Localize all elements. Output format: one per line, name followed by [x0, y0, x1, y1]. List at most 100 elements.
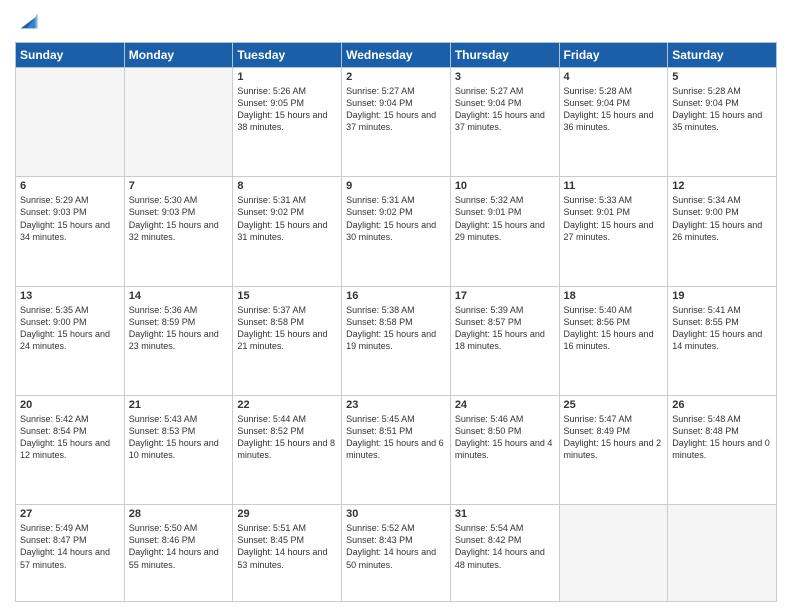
calendar-cell: 13 Sunrise: 5:35 AMSunset: 9:00 PMDayligh… [16, 286, 125, 395]
day-info: Sunrise: 5:47 AMSunset: 8:49 PMDaylight:… [564, 413, 664, 462]
week-row-4: 20 Sunrise: 5:42 AMSunset: 8:54 PMDayligh… [16, 395, 777, 504]
calendar-cell: 14 Sunrise: 5:36 AMSunset: 8:59 PMDayligh… [124, 286, 233, 395]
day-info: Sunrise: 5:43 AMSunset: 8:53 PMDaylight:… [129, 413, 229, 462]
calendar-cell: 25 Sunrise: 5:47 AMSunset: 8:49 PMDayligh… [559, 395, 668, 504]
calendar-cell: 22 Sunrise: 5:44 AMSunset: 8:52 PMDayligh… [233, 395, 342, 504]
logo-icon [17, 10, 39, 32]
calendar: SundayMondayTuesdayWednesdayThursdayFrid… [15, 42, 777, 602]
day-info: Sunrise: 5:54 AMSunset: 8:42 PMDaylight:… [455, 522, 555, 571]
day-info: Sunrise: 5:51 AMSunset: 8:45 PMDaylight:… [237, 522, 337, 571]
day-number: 26 [672, 399, 772, 411]
day-info: Sunrise: 5:38 AMSunset: 8:58 PMDaylight:… [346, 304, 446, 353]
day-info: Sunrise: 5:29 AMSunset: 9:03 PMDaylight:… [20, 194, 120, 243]
calendar-cell: 3 Sunrise: 5:27 AMSunset: 9:04 PMDaylight… [450, 68, 559, 177]
weekday-header-saturday: Saturday [668, 43, 777, 68]
day-info: Sunrise: 5:34 AMSunset: 9:00 PMDaylight:… [672, 194, 772, 243]
calendar-cell: 29 Sunrise: 5:51 AMSunset: 8:45 PMDayligh… [233, 505, 342, 602]
calendar-cell [16, 68, 125, 177]
day-number: 21 [129, 399, 229, 411]
day-number: 9 [346, 180, 446, 192]
day-number: 29 [237, 508, 337, 520]
weekday-header-wednesday: Wednesday [342, 43, 451, 68]
calendar-cell: 21 Sunrise: 5:43 AMSunset: 8:53 PMDayligh… [124, 395, 233, 504]
day-info: Sunrise: 5:41 AMSunset: 8:55 PMDaylight:… [672, 304, 772, 353]
weekday-header-monday: Monday [124, 43, 233, 68]
day-info: Sunrise: 5:45 AMSunset: 8:51 PMDaylight:… [346, 413, 446, 462]
calendar-cell: 8Sunrise: 5:31 AMSunset: 9:02 PMDaylight… [233, 177, 342, 286]
day-number: 20 [20, 399, 120, 411]
calendar-cell: 1Sunrise: 5:26 AMSunset: 9:05 PMDaylight… [233, 68, 342, 177]
day-info: Sunrise: 5:27 AMSunset: 9:04 PMDaylight:… [455, 85, 555, 134]
day-number: 7 [129, 180, 229, 192]
calendar-body: 1Sunrise: 5:26 AMSunset: 9:05 PMDaylight… [16, 68, 777, 602]
calendar-cell [668, 505, 777, 602]
calendar-cell [559, 505, 668, 602]
calendar-cell: 7 Sunrise: 5:30 AMSunset: 9:03 PMDaylight… [124, 177, 233, 286]
calendar-cell: 24 Sunrise: 5:46 AMSunset: 8:50 PMDayligh… [450, 395, 559, 504]
header [15, 10, 777, 34]
day-info: Sunrise: 5:33 AMSunset: 9:01 PMDaylight:… [564, 194, 664, 243]
day-number: 3 [455, 71, 555, 83]
day-info: Sunrise: 5:44 AMSunset: 8:52 PMDaylight:… [237, 413, 337, 462]
day-number: 17 [455, 290, 555, 302]
calendar-cell [124, 68, 233, 177]
day-info: Sunrise: 5:46 AMSunset: 8:50 PMDaylight:… [455, 413, 555, 462]
day-info: Sunrise: 5:28 AMSunset: 9:04 PMDaylight:… [564, 85, 664, 134]
calendar-header: SundayMondayTuesdayWednesdayThursdayFrid… [16, 43, 777, 68]
day-number: 28 [129, 508, 229, 520]
day-info: Sunrise: 5:32 AMSunset: 9:01 PMDaylight:… [455, 194, 555, 243]
day-info: Sunrise: 5:26 AMSunset: 9:05 PMDaylight:… [237, 85, 337, 134]
day-number: 30 [346, 508, 446, 520]
day-number: 31 [455, 508, 555, 520]
day-info: Sunrise: 5:30 AMSunset: 9:03 PMDaylight:… [129, 194, 229, 243]
day-number: 18 [564, 290, 664, 302]
calendar-cell: 4Sunrise: 5:28 AMSunset: 9:04 PMDaylight… [559, 68, 668, 177]
calendar-cell: 16 Sunrise: 5:38 AMSunset: 8:58 PMDayligh… [342, 286, 451, 395]
day-info: Sunrise: 5:27 AMSunset: 9:04 PMDaylight:… [346, 85, 446, 134]
calendar-cell: 6 Sunrise: 5:29 AMSunset: 9:03 PMDaylight… [16, 177, 125, 286]
week-row-1: 1Sunrise: 5:26 AMSunset: 9:05 PMDaylight… [16, 68, 777, 177]
calendar-cell: 2 Sunrise: 5:27 AMSunset: 9:04 PMDaylight… [342, 68, 451, 177]
day-number: 24 [455, 399, 555, 411]
day-info: Sunrise: 5:35 AMSunset: 9:00 PMDaylight:… [20, 304, 120, 353]
calendar-cell: 9 Sunrise: 5:31 AMSunset: 9:02 PMDaylight… [342, 177, 451, 286]
calendar-cell: 19 Sunrise: 5:41 AMSunset: 8:55 PMDayligh… [668, 286, 777, 395]
weekday-header-tuesday: Tuesday [233, 43, 342, 68]
calendar-cell: 23 Sunrise: 5:45 AMSunset: 8:51 PMDayligh… [342, 395, 451, 504]
day-info: Sunrise: 5:48 AMSunset: 8:48 PMDaylight:… [672, 413, 772, 462]
day-number: 10 [455, 180, 555, 192]
day-number: 15 [237, 290, 337, 302]
calendar-cell: 5Sunrise: 5:28 AMSunset: 9:04 PMDaylight… [668, 68, 777, 177]
weekday-header-thursday: Thursday [450, 43, 559, 68]
day-number: 6 [20, 180, 120, 192]
day-info: Sunrise: 5:28 AMSunset: 9:04 PMDaylight:… [672, 85, 772, 134]
day-info: Sunrise: 5:36 AMSunset: 8:59 PMDaylight:… [129, 304, 229, 353]
day-number: 25 [564, 399, 664, 411]
weekday-header-friday: Friday [559, 43, 668, 68]
day-number: 16 [346, 290, 446, 302]
calendar-cell: 27Sunrise: 5:49 AMSunset: 8:47 PMDayligh… [16, 505, 125, 602]
day-info: Sunrise: 5:49 AMSunset: 8:47 PMDaylight:… [20, 522, 120, 571]
day-info: Sunrise: 5:31 AMSunset: 9:02 PMDaylight:… [346, 194, 446, 243]
day-number: 8 [237, 180, 337, 192]
day-info: Sunrise: 5:42 AMSunset: 8:54 PMDaylight:… [20, 413, 120, 462]
calendar-cell: 20 Sunrise: 5:42 AMSunset: 8:54 PMDayligh… [16, 395, 125, 504]
day-info: Sunrise: 5:39 AMSunset: 8:57 PMDaylight:… [455, 304, 555, 353]
calendar-cell: 30Sunrise: 5:52 AMSunset: 8:43 PMDayligh… [342, 505, 451, 602]
day-number: 22 [237, 399, 337, 411]
day-info: Sunrise: 5:37 AMSunset: 8:58 PMDaylight:… [237, 304, 337, 353]
calendar-cell: 15 Sunrise: 5:37 AMSunset: 8:58 PMDayligh… [233, 286, 342, 395]
week-row-3: 13 Sunrise: 5:35 AMSunset: 9:00 PMDayligh… [16, 286, 777, 395]
day-number: 2 [346, 71, 446, 83]
day-number: 19 [672, 290, 772, 302]
day-number: 12 [672, 180, 772, 192]
calendar-cell: 11 Sunrise: 5:33 AMSunset: 9:01 PMDayligh… [559, 177, 668, 286]
day-number: 11 [564, 180, 664, 192]
calendar-cell: 17 Sunrise: 5:39 AMSunset: 8:57 PMDayligh… [450, 286, 559, 395]
day-number: 14 [129, 290, 229, 302]
page: SundayMondayTuesdayWednesdayThursdayFrid… [0, 0, 792, 612]
day-number: 13 [20, 290, 120, 302]
logo [15, 10, 39, 34]
calendar-cell: 26 Sunrise: 5:48 AMSunset: 8:48 PMDayligh… [668, 395, 777, 504]
day-number: 23 [346, 399, 446, 411]
